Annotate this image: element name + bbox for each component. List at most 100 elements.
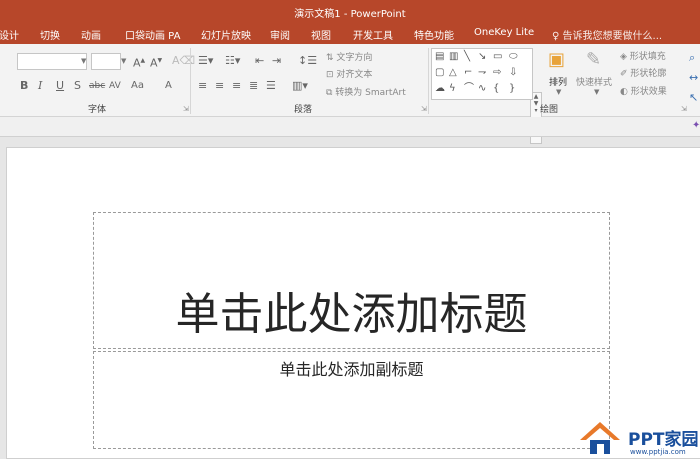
line-shape-icon[interactable]: ╲ xyxy=(464,52,470,62)
decrease-indent-icon[interactable]: ⇤ xyxy=(255,55,264,67)
columns-icon[interactable]: ▥▾ xyxy=(292,80,308,92)
cloud-shape-icon[interactable]: ☁ xyxy=(435,84,445,94)
pptjia-logo: PPT家园 www.pptjia.com xyxy=(576,418,700,457)
title-placeholder-text: 单击此处添加标题 xyxy=(175,289,528,340)
quick-styles-dropdown-icon[interactable]: ▼ xyxy=(594,88,599,96)
arrange-button[interactable]: 排列 xyxy=(549,75,567,88)
change-case-button[interactable]: Aa xyxy=(131,80,144,92)
left-brace-shape-icon[interactable]: { xyxy=(493,84,499,94)
shape-effects-button[interactable]: ◐ 形状效果 xyxy=(620,84,667,97)
replace-icon[interactable]: ↔ xyxy=(689,72,698,84)
numbering-icon[interactable]: ☷▾ xyxy=(225,55,240,67)
tab-slideshow[interactable]: 幻灯片放映 xyxy=(201,27,251,42)
underline-button[interactable]: U xyxy=(56,80,64,92)
house-logo-icon xyxy=(580,422,620,454)
tab-features[interactable]: 特色功能 xyxy=(414,27,454,42)
vertical-text-box-shape-icon[interactable]: ▥ xyxy=(449,52,458,62)
paragraph-launcher-icon[interactable]: ⇲ xyxy=(421,105,427,113)
subtitle-placeholder[interactable]: 单击此处添加副标题 xyxy=(93,351,610,449)
font-size-dropdown-icon[interactable]: ▼ xyxy=(121,57,126,65)
select-icon[interactable]: ↖ xyxy=(689,92,698,104)
tab-transitions[interactable]: 切换 xyxy=(40,27,60,42)
tab-design[interactable]: 设计 xyxy=(0,27,19,42)
font-launcher-icon[interactable]: ⇲ xyxy=(183,105,189,113)
arc-shape-icon[interactable]: ⌒ xyxy=(464,84,474,94)
text-direction-icon: ⇅ xyxy=(326,53,337,63)
bullets-icon[interactable]: ☰▾ xyxy=(198,55,213,67)
font-color-button[interactable]: A xyxy=(165,80,172,92)
arrange-icon[interactable]: ▣ xyxy=(548,50,565,70)
font-size-input[interactable] xyxy=(91,53,121,70)
tab-view[interactable]: 视图 xyxy=(311,27,331,42)
clear-formatting-icon[interactable]: A⌫ xyxy=(172,55,195,67)
tab-review[interactable]: 审阅 xyxy=(270,27,290,42)
ribbon: ▼ ▼ A▲ A▼ A⌫ B I U S abc AV Aa A 字体 ⇲ ☰▾… xyxy=(0,44,700,144)
shapes-gallery: ▤ ▥ ╲ ↘ ▭ ⬭ ▢ △ ⌐ ⇁ ⇨ ⇩ ☁ ϟ ⌒ ∿ { } xyxy=(431,48,533,100)
rounded-rect-shape-icon[interactable]: ▢ xyxy=(435,68,444,78)
line-spacing-icon[interactable]: ↕☰ xyxy=(298,55,317,67)
align-right-icon[interactable]: ≡ xyxy=(232,80,241,92)
quick-styles-icon[interactable]: ✎ xyxy=(586,50,601,70)
distributed-icon[interactable]: ☰ xyxy=(266,80,276,92)
ribbon-collapse-strip: ✦ xyxy=(0,117,700,137)
pin-icon[interactable]: ✦ xyxy=(692,120,700,131)
align-center-icon[interactable]: ≡ xyxy=(215,80,224,92)
right-brace-shape-icon[interactable]: } xyxy=(509,84,515,94)
arrow-line-shape-icon[interactable]: ↘ xyxy=(478,52,486,62)
increase-font-icon[interactable]: A▲ xyxy=(133,55,145,70)
font-group-label: 字体 xyxy=(88,105,107,115)
bold-button[interactable]: B xyxy=(20,80,28,92)
triangle-shape-icon[interactable]: △ xyxy=(449,68,457,78)
quick-styles-button[interactable]: 快速样式 xyxy=(576,75,612,88)
tab-developer[interactable]: 开发工具 xyxy=(353,27,393,42)
paint-bucket-icon: ◈ xyxy=(620,52,630,62)
logo-url-text: www.pptjia.com xyxy=(630,448,686,456)
text-box-shape-icon[interactable]: ▤ xyxy=(435,52,444,62)
shape-fill-label: 形状填充 xyxy=(629,52,666,62)
tab-animations[interactable]: 动画 xyxy=(81,27,101,42)
title-placeholder[interactable]: 单击此处添加标题 xyxy=(93,212,610,349)
italic-button[interactable]: I xyxy=(38,80,42,92)
increase-indent-icon[interactable]: ⇥ xyxy=(272,55,281,67)
find-icon[interactable]: ⌕ xyxy=(689,52,695,64)
font-name-dropdown-icon[interactable]: ▼ xyxy=(81,57,86,65)
smartart-button[interactable]: ⧉ 转换为 SmartArt xyxy=(326,85,406,98)
elbow-connector-shape-icon[interactable]: ⌐ xyxy=(464,68,472,78)
window-title: 演示文稿1 - PowerPoint xyxy=(294,9,406,20)
drawing-group-label: 绘图 xyxy=(540,105,559,115)
strikethrough-button[interactable]: abc xyxy=(89,80,105,92)
align-text-button[interactable]: ⊡ 对齐文本 xyxy=(326,67,372,80)
ribbon-tabs: 设计 切换 动画 口袋动画 PA 幻灯片放映 审阅 视图 开发工具 特色功能 O… xyxy=(0,22,700,44)
pen-icon: ✐ xyxy=(620,69,631,79)
shape-fill-button[interactable]: ◈ 形状填充 xyxy=(620,49,666,62)
shadow-button[interactable]: S xyxy=(74,80,81,92)
shape-outline-button[interactable]: ✐ 形状轮廓 xyxy=(620,66,666,79)
oval-shape-icon[interactable]: ⬭ xyxy=(509,52,518,62)
drawing-launcher-icon[interactable]: ⇲ xyxy=(681,105,687,113)
align-left-icon[interactable]: ≡ xyxy=(198,80,207,92)
logo-brand-text: PPT家园 xyxy=(628,430,699,450)
rectangle-shape-icon[interactable]: ▭ xyxy=(493,52,502,62)
curve-shape-icon[interactable]: ∿ xyxy=(478,84,486,94)
text-direction-button[interactable]: ⇅ 文字方向 xyxy=(326,50,372,63)
tell-me-box[interactable]: ♀ 告诉我您想要做什么... xyxy=(552,27,662,42)
shape-outline-label: 形状轮廓 xyxy=(630,69,667,79)
tab-pocket-animation[interactable]: 口袋动画 PA xyxy=(125,27,180,42)
tab-onekey-lite[interactable]: OneKey Lite xyxy=(474,27,534,38)
group-divider xyxy=(190,48,191,114)
arrange-dropdown-icon[interactable]: ▼ xyxy=(556,88,561,96)
shape-effects-label: 形状效果 xyxy=(630,87,667,97)
right-arrow-shape-icon[interactable]: ⇨ xyxy=(493,68,501,78)
decrease-font-icon[interactable]: A▼ xyxy=(150,55,162,70)
subtitle-placeholder-text: 单击此处添加副标题 xyxy=(279,360,424,379)
font-name-input[interactable] xyxy=(17,53,87,70)
lightning-shape-icon[interactable]: ϟ xyxy=(449,84,456,94)
group-divider xyxy=(428,48,429,114)
paragraph-group-label: 段落 xyxy=(294,105,313,115)
char-spacing-button[interactable]: AV xyxy=(109,80,121,92)
elbow-arrow-shape-icon[interactable]: ⇁ xyxy=(478,68,486,78)
smartart-icon: ⧉ xyxy=(326,88,336,98)
justify-icon[interactable]: ≣ xyxy=(249,80,258,92)
down-arrow-shape-icon[interactable]: ⇩ xyxy=(509,68,517,78)
align-text-label: 对齐文本 xyxy=(336,70,373,80)
